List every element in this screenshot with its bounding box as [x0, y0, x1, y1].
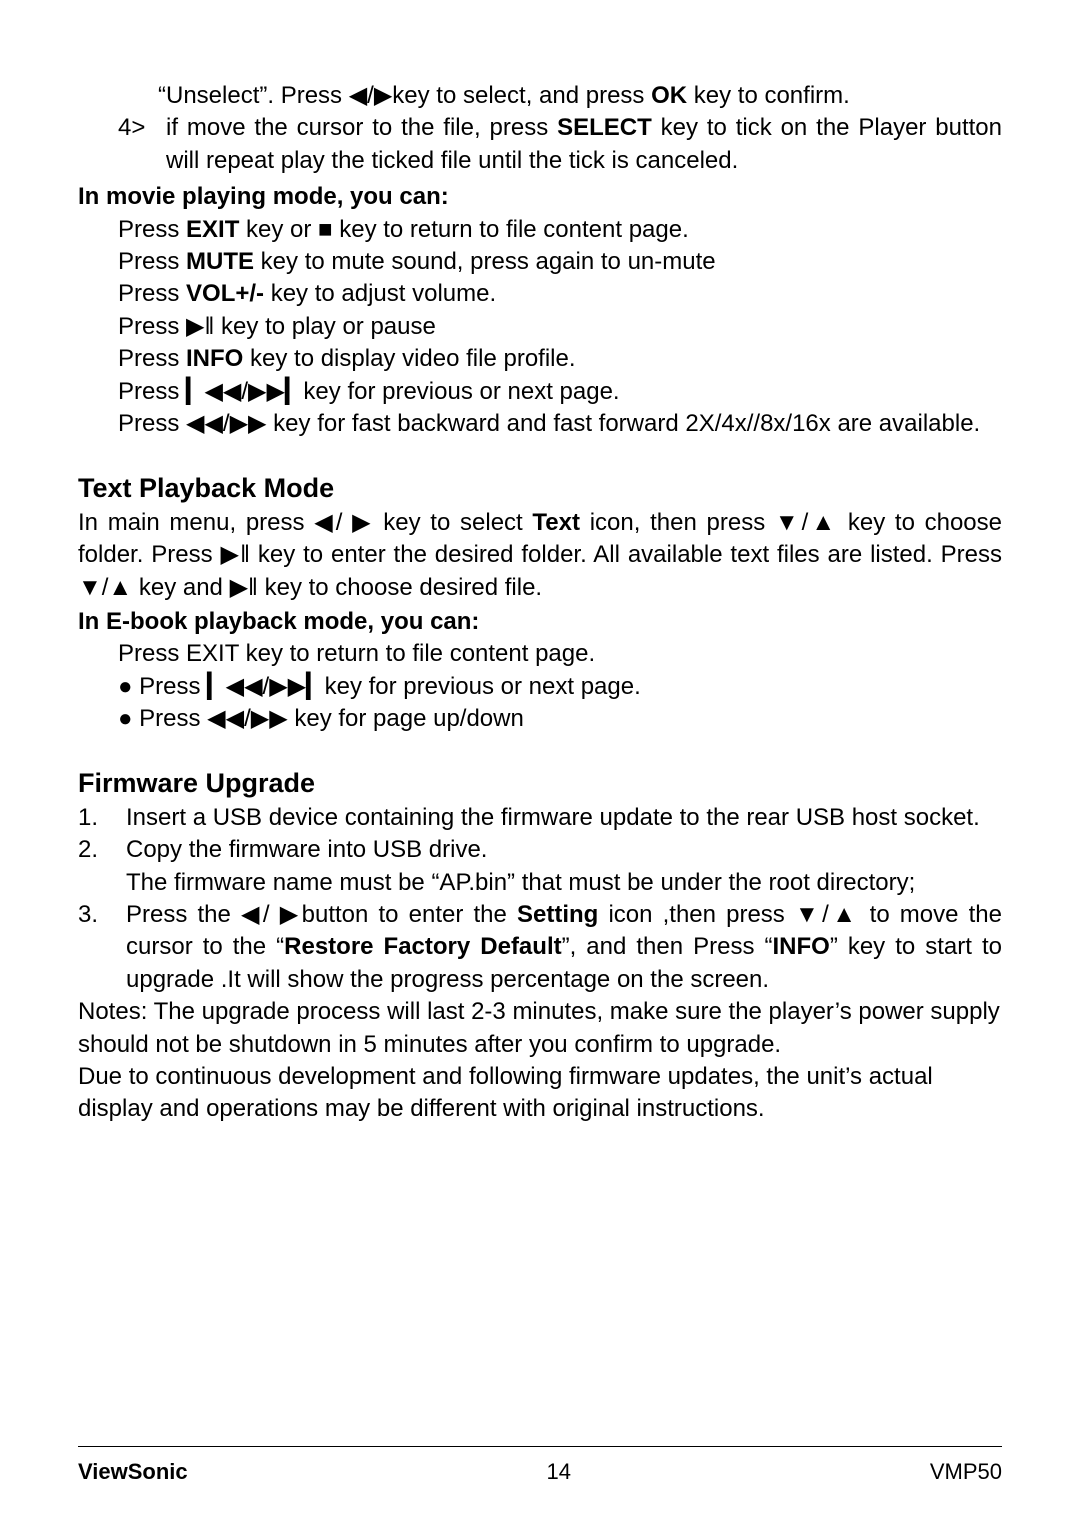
movie-mode-heading: In movie playing mode, you can:	[78, 181, 1002, 213]
fw2-body: Copy the firmware into USB drive.The fir…	[126, 834, 1002, 899]
firmware-notes-2: Due to continuous development and follow…	[78, 1061, 1002, 1126]
firmware-item-2: 2. Copy the firmware into USB drive.The …	[78, 834, 1002, 899]
list-item-4: 4> if move the cursor to the file, press…	[118, 112, 1002, 177]
footer-center: 14	[547, 1457, 571, 1487]
ebook-line-1: ● Press ▎◀◀/▶▶▎key for previous or next …	[118, 671, 1002, 703]
fw1-body: Insert a USB device containing the firmw…	[126, 802, 1002, 834]
fw2-num: 2.	[78, 834, 126, 899]
text-playback-title: Text Playback Mode	[78, 470, 1002, 506]
footer-left: ViewSonic	[78, 1457, 188, 1487]
ebook-line-2: ● Press ◀◀/▶▶ key for page up/down	[118, 703, 1002, 735]
item4-num: 4>	[118, 112, 166, 177]
text-playback-intro: In main menu, press ◀/ ▶ key to select T…	[78, 507, 1002, 604]
movie-line-4: Press INFO key to display video file pro…	[118, 343, 1002, 375]
unselect-line: “Unselect”. Press ◀/▶key to select, and …	[158, 80, 1002, 112]
movie-line-0: Press EXIT key or ■ key to return to fil…	[118, 214, 1002, 246]
fw1-num: 1.	[78, 802, 126, 834]
ebook-sub: In E-book playback mode, you can:	[78, 606, 1002, 638]
movie-line-6: Press ◀◀/▶▶ key for fast backward and fa…	[118, 408, 1002, 440]
movie-line-2: Press VOL+/- key to adjust volume.	[118, 278, 1002, 310]
movie-line-3: Press ▶‖ key to play or pause	[118, 311, 1002, 343]
firmware-title: Firmware Upgrade	[78, 765, 1002, 801]
movie-line-1: Press MUTE key to mute sound, press agai…	[118, 246, 1002, 278]
page-footer: ViewSonic 14 VMP50	[78, 1446, 1002, 1487]
ebook-line-0: Press EXIT key to return to file content…	[118, 638, 1002, 670]
item4-body: if move the cursor to the file, press SE…	[166, 112, 1002, 177]
firmware-item-1: 1. Insert a USB device containing the fi…	[78, 802, 1002, 834]
firmware-notes-1: Notes: The upgrade process will last 2-3…	[78, 996, 1002, 1061]
footer-right: VMP50	[930, 1457, 1002, 1487]
firmware-item-3: 3. Press the ◀/ ▶button to enter the Set…	[78, 899, 1002, 996]
fw3-body: Press the ◀/ ▶button to enter the Settin…	[126, 899, 1002, 996]
fw3-num: 3.	[78, 899, 126, 996]
movie-line-5: Press ▎◀◀/▶▶▎key for previous or next pa…	[118, 376, 1002, 408]
